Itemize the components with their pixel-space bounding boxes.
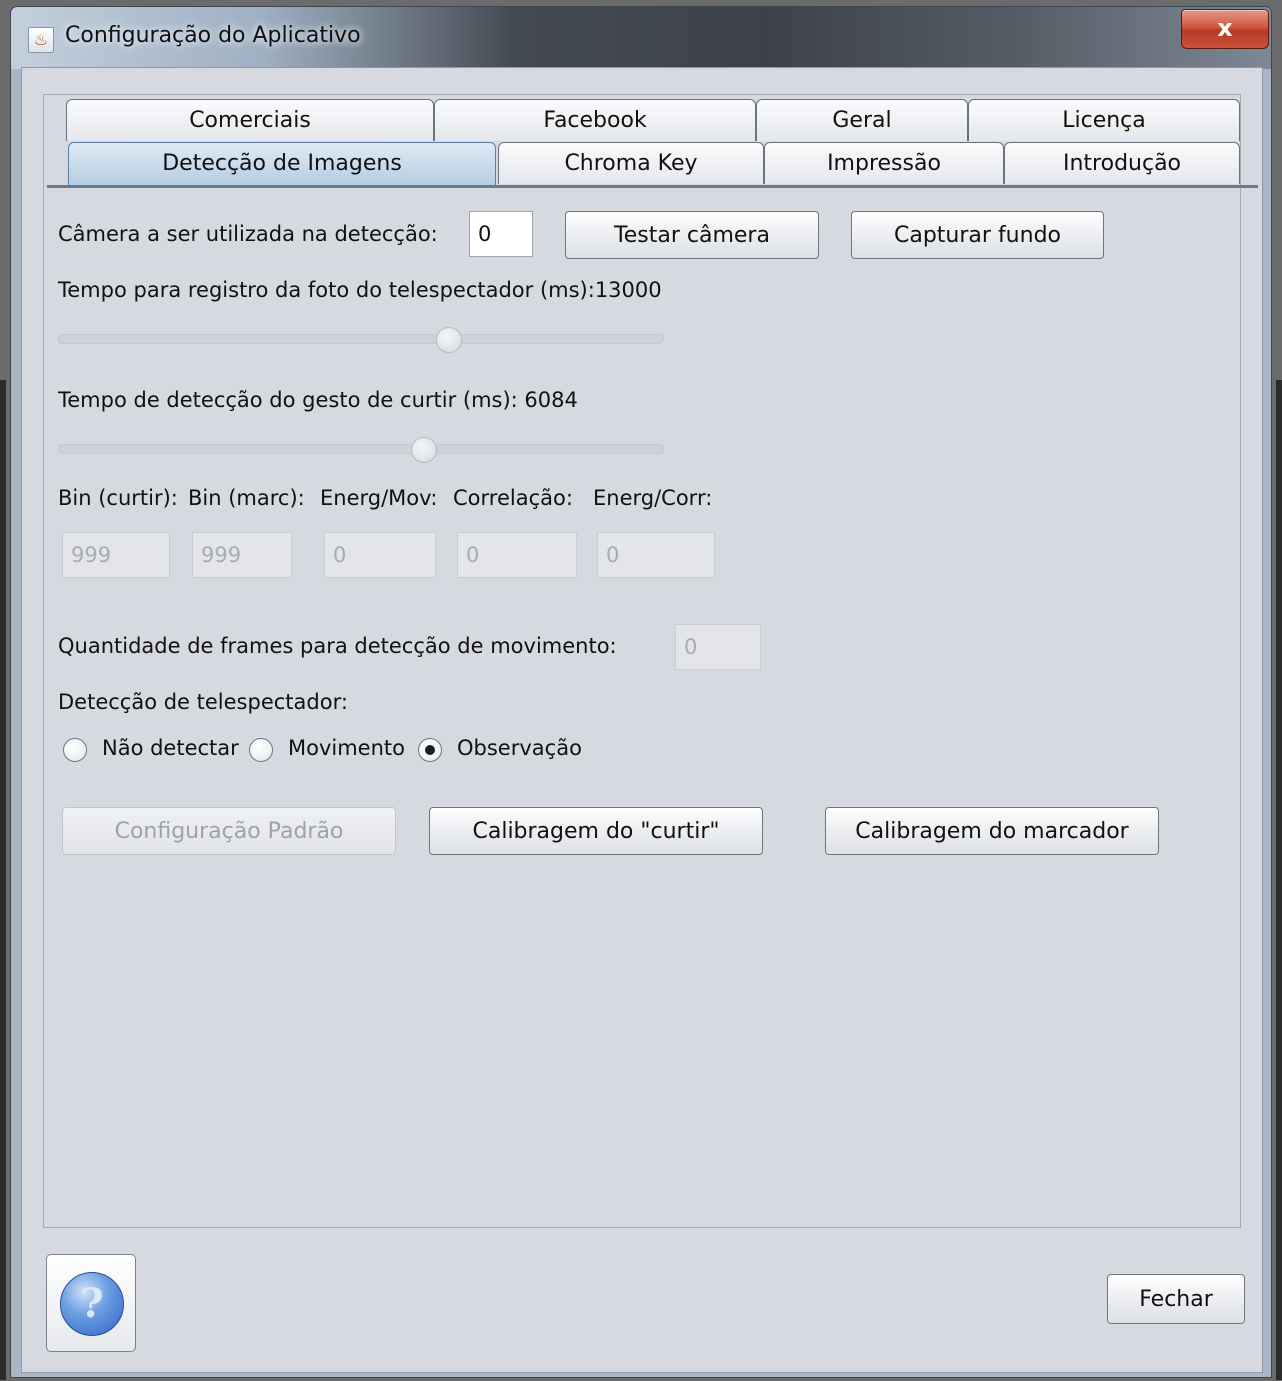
window-title: Configuração do Aplicativo bbox=[65, 23, 361, 48]
java-app-icon: ♨ bbox=[28, 27, 54, 53]
calibrate-marker-button[interactable]: Calibragem do marcador bbox=[825, 807, 1159, 855]
default-config-button: Configuração Padrão bbox=[62, 807, 396, 855]
tab-label: Detecção de Imagens bbox=[162, 151, 402, 176]
bin-curtir-field: 999 bbox=[62, 532, 170, 578]
tab-impressao[interactable]: Impressão bbox=[764, 142, 1004, 184]
tab-label: Geral bbox=[832, 108, 892, 133]
like-time-label: Tempo de detecção do gesto de curtir (ms… bbox=[58, 388, 578, 412]
tab-geral[interactable]: Geral bbox=[756, 99, 968, 141]
camera-label: Câmera a ser utilizada na detecção: bbox=[58, 222, 438, 246]
help-icon: ? bbox=[60, 1272, 124, 1336]
radio-selected-dot bbox=[425, 745, 435, 755]
like-time-slider[interactable] bbox=[58, 444, 664, 454]
correlacao-field: 0 bbox=[457, 532, 577, 578]
test-camera-button[interactable]: Testar câmera bbox=[565, 211, 819, 259]
tab-label: Chroma Key bbox=[564, 151, 698, 176]
correlacao-label: Correlação: bbox=[453, 486, 573, 510]
bin-curtir-label: Bin (curtir): bbox=[58, 486, 178, 510]
tab-label: Facebook bbox=[543, 108, 647, 133]
camera-index-input[interactable]: 0 bbox=[469, 211, 533, 257]
tab-label: Introdução bbox=[1062, 151, 1182, 176]
tab-comerciais[interactable]: Comerciais bbox=[66, 99, 434, 141]
tab-label: Impressão bbox=[827, 151, 941, 176]
bin-marc-field: 999 bbox=[192, 532, 292, 578]
tab-baseline bbox=[47, 185, 1258, 188]
energ-corr-label: Energ/Corr: bbox=[593, 486, 713, 510]
bin-marc-label: Bin (marc): bbox=[188, 486, 305, 510]
radio-observacao-label[interactable]: Observação bbox=[457, 736, 582, 760]
energ-mov-field: 0 bbox=[324, 532, 436, 578]
close-icon: x bbox=[1217, 14, 1233, 42]
radio-nao-detectar[interactable] bbox=[63, 738, 87, 762]
photo-time-label: Tempo para registro da foto do telespect… bbox=[58, 278, 662, 302]
photo-time-slider[interactable] bbox=[58, 334, 664, 344]
radio-movimento-label[interactable]: Movimento bbox=[288, 736, 405, 760]
tab-chroma-key[interactable]: Chroma Key bbox=[498, 142, 764, 184]
close-window-button[interactable]: x bbox=[1181, 9, 1269, 49]
help-button[interactable]: ? bbox=[46, 1254, 136, 1352]
energ-corr-field: 0 bbox=[597, 532, 715, 578]
radio-nao-detectar-label[interactable]: Não detectar bbox=[102, 736, 239, 760]
dialog-content bbox=[21, 67, 1263, 1373]
frames-label: Quantidade de frames para detecção de mo… bbox=[58, 634, 617, 658]
energ-mov-label: Energ/Mov: bbox=[320, 486, 438, 510]
close-button[interactable]: Fechar bbox=[1107, 1274, 1245, 1324]
title-bar[interactable]: ♨ Configuração do Aplicativo x bbox=[11, 7, 1271, 69]
tab-panel-border bbox=[43, 94, 1241, 1228]
tab-label: Licença bbox=[1062, 108, 1146, 133]
tab-label: Comerciais bbox=[189, 108, 311, 133]
radio-observacao[interactable] bbox=[418, 738, 442, 762]
frames-field: 0 bbox=[675, 624, 761, 670]
calibrate-like-button[interactable]: Calibragem do "curtir" bbox=[429, 807, 763, 855]
tab-licenca[interactable]: Licença bbox=[968, 99, 1240, 141]
tab-deteccao-de-imagens[interactable]: Detecção de Imagens bbox=[68, 142, 496, 186]
capture-background-button[interactable]: Capturar fundo bbox=[851, 211, 1104, 259]
photo-time-slider-thumb[interactable] bbox=[435, 327, 462, 353]
viewer-detection-label: Detecção de telespectador: bbox=[58, 690, 348, 714]
radio-movimento[interactable] bbox=[249, 738, 273, 762]
tab-facebook[interactable]: Facebook bbox=[434, 99, 756, 141]
tab-introducao[interactable]: Introdução bbox=[1004, 142, 1240, 184]
